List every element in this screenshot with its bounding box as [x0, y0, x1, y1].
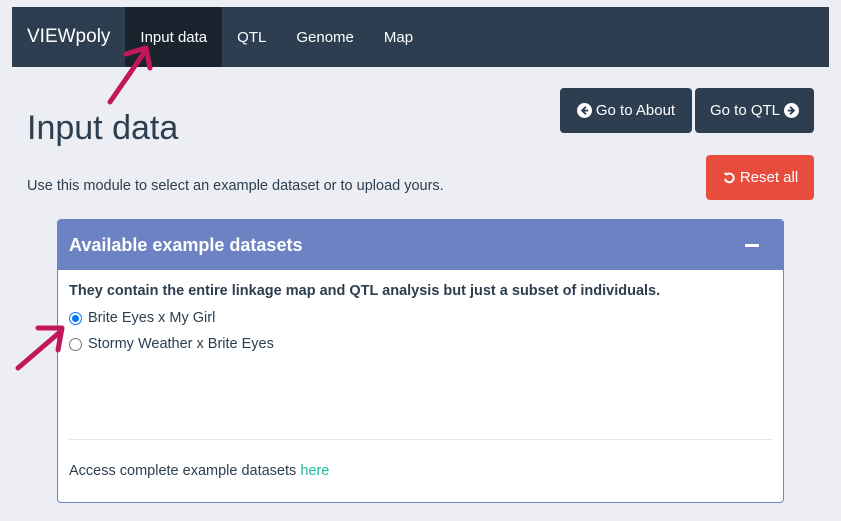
datasets-panel: Available example datasets They contain …	[57, 219, 784, 503]
radio-label: Stormy Weather x Brite Eyes	[88, 336, 274, 352]
divider	[69, 439, 772, 440]
annotation-arrow-icon	[107, 45, 153, 105]
panel-footer: Access complete example datasets here	[69, 463, 329, 479]
radio-button-selected[interactable]	[69, 311, 82, 325]
panel-header: Available example datasets	[58, 220, 783, 270]
arrow-circle-right-icon	[784, 103, 800, 118]
reset-all-label: Reset all	[739, 169, 799, 186]
dataset-radio-group: Brite Eyes x My Girl Stormy Weather x Br…	[69, 305, 772, 357]
collapse-minus-icon[interactable]	[745, 243, 759, 247]
go-to-about-button[interactable]: Go to About	[560, 88, 692, 133]
panel-body: They contain the entire linkage map and …	[58, 270, 783, 502]
intro-text: Use this module to select an example dat…	[27, 178, 444, 194]
nav-tab-map[interactable]: Map	[369, 7, 428, 67]
radio-button[interactable]	[69, 337, 82, 351]
go-to-qtl-button[interactable]: Go to QTL	[695, 88, 814, 133]
radio-option-brite-eyes-my-girl[interactable]: Brite Eyes x My Girl	[69, 305, 772, 331]
nav-tab-qtl[interactable]: QTL	[222, 7, 281, 67]
go-to-about-label: Go to About	[595, 102, 676, 119]
here-link[interactable]: here	[300, 463, 329, 479]
radio-label: Brite Eyes x My Girl	[88, 310, 216, 326]
arrow-circle-left-icon	[576, 103, 592, 118]
page-title: Input data	[27, 109, 179, 147]
reset-all-button[interactable]: Reset all	[706, 155, 814, 200]
footer-text: Access complete example datasets	[69, 463, 301, 479]
radio-option-stormy-weather-brite-eyes[interactable]: Stormy Weather x Brite Eyes	[69, 331, 772, 357]
go-to-qtl-label: Go to QTL	[709, 102, 781, 119]
nav-tab-genome[interactable]: Genome	[281, 7, 369, 67]
annotation-arrow-icon	[15, 325, 65, 371]
undo-icon	[722, 171, 736, 185]
datasets-description: They contain the entire linkage map and …	[69, 283, 661, 299]
panel-title: Available example datasets	[69, 234, 303, 255]
